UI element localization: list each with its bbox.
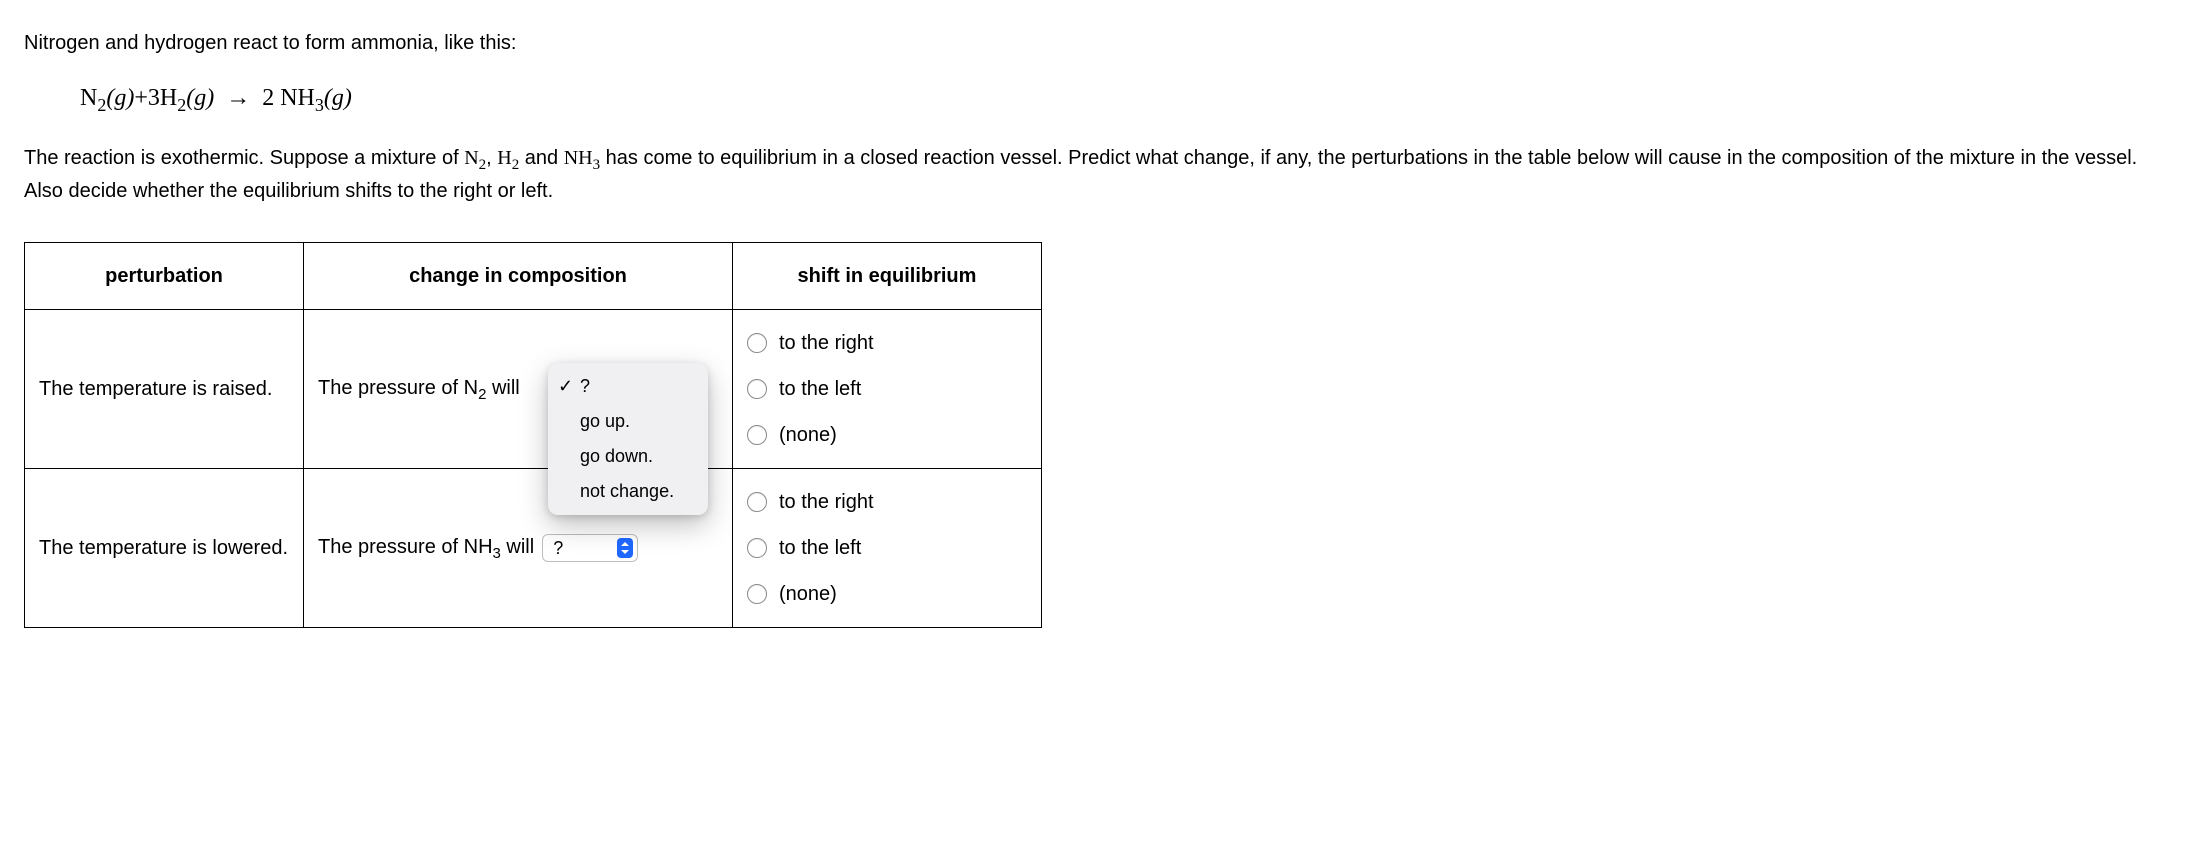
change-cell: The pressure of N2 will ? go up. go down… <box>304 310 733 469</box>
intro-line-1: Nitrogen and hydrogen react to form ammo… <box>24 28 2178 58</box>
radio-none[interactable]: (none) <box>747 420 1027 450</box>
change-label-post: will <box>501 536 534 558</box>
chem-nh3: NH3 <box>564 147 600 169</box>
radio-label: to the left <box>779 533 861 563</box>
header-shift: shift in equilibrium <box>733 243 1042 310</box>
perturbation-cell: The temperature is lowered. <box>25 469 304 628</box>
eq-nh: NH <box>280 85 315 111</box>
table-row: The temperature is lowered. The pressure… <box>25 469 1042 628</box>
chem-h2-base: H <box>497 147 511 169</box>
radio-icon <box>747 584 767 604</box>
radio-label: (none) <box>779 420 837 450</box>
radio-none[interactable]: (none) <box>747 579 1027 609</box>
chem-nh3-sub: 3 <box>593 157 601 173</box>
radio-to-left[interactable]: to the left <box>747 533 1027 563</box>
intro-mid2: and <box>519 147 563 169</box>
dropdown-closed[interactable]: ? <box>542 534 638 562</box>
header-perturbation: perturbation <box>25 243 304 310</box>
perturbation-cell: The temperature is raised. <box>25 310 304 469</box>
dropdown-option[interactable]: go down. <box>548 439 708 474</box>
radio-icon <box>747 379 767 399</box>
radio-label: to the right <box>779 328 874 358</box>
intro-mid1: , <box>486 147 497 169</box>
radio-icon <box>747 492 767 512</box>
eq-arrow: → <box>226 85 250 111</box>
change-label: The pressure of N2 will <box>318 373 520 407</box>
shift-cell: to the right to the left (none) <box>733 469 1042 628</box>
change-label-pre: The pressure of NH <box>318 536 493 558</box>
dropdown-option[interactable]: go up. <box>548 404 708 439</box>
dropdown-option[interactable]: not change. <box>548 474 708 509</box>
change-label-post: will <box>486 377 519 399</box>
header-change: change in composition <box>304 243 733 310</box>
radio-label: to the left <box>779 374 861 404</box>
chem-n2-base: N <box>464 147 478 169</box>
eq-coef3: 3 <box>148 85 160 111</box>
eq-g3: (g) <box>324 85 352 111</box>
radio-to-right[interactable]: to the right <box>747 487 1027 517</box>
table-row: The temperature is raised. The pressure … <box>25 310 1042 469</box>
eq-n2-sub: 2 <box>97 95 106 115</box>
radio-to-right[interactable]: to the right <box>747 328 1027 358</box>
intro-line-2: The reaction is exothermic. Suppose a mi… <box>24 143 2178 207</box>
dropdown-option-selected[interactable]: ? <box>548 369 708 404</box>
shift-cell: to the right to the left (none) <box>733 310 1042 469</box>
eq-plus: + <box>134 85 148 111</box>
intro-pre: The reaction is exothermic. Suppose a mi… <box>24 147 464 169</box>
radio-icon <box>747 333 767 353</box>
change-label-sub: 3 <box>493 545 501 562</box>
question-table: perturbation change in composition shift… <box>24 242 1042 628</box>
radio-label: to the right <box>779 487 874 517</box>
eq-coef2: 2 <box>262 85 274 111</box>
dropdown-open[interactable]: ? go up. go down. not change. <box>548 363 708 515</box>
dropdown-value: ? <box>553 535 563 562</box>
change-label: The pressure of NH3 will <box>318 532 534 566</box>
chem-n2: N2 <box>464 147 486 169</box>
radio-icon <box>747 538 767 558</box>
change-label-pre: The pressure of N <box>318 377 478 399</box>
eq-n2: N <box>80 85 97 111</box>
eq-nh3-sub: 3 <box>315 95 324 115</box>
reaction-equation: N2(g)+3H2(g) → 2 NH3(g) <box>80 80 2178 119</box>
chem-nh3-base: NH <box>564 147 593 169</box>
eq-h2: H <box>160 85 177 111</box>
radio-icon <box>747 425 767 445</box>
radio-label: (none) <box>779 579 837 609</box>
eq-g1: (g) <box>106 85 134 111</box>
chem-h2: H2 <box>497 147 519 169</box>
eq-h2-sub: 2 <box>177 95 186 115</box>
radio-to-left[interactable]: to the left <box>747 374 1027 404</box>
eq-g2: (g) <box>186 85 214 111</box>
chevron-updown-icon <box>617 538 633 558</box>
